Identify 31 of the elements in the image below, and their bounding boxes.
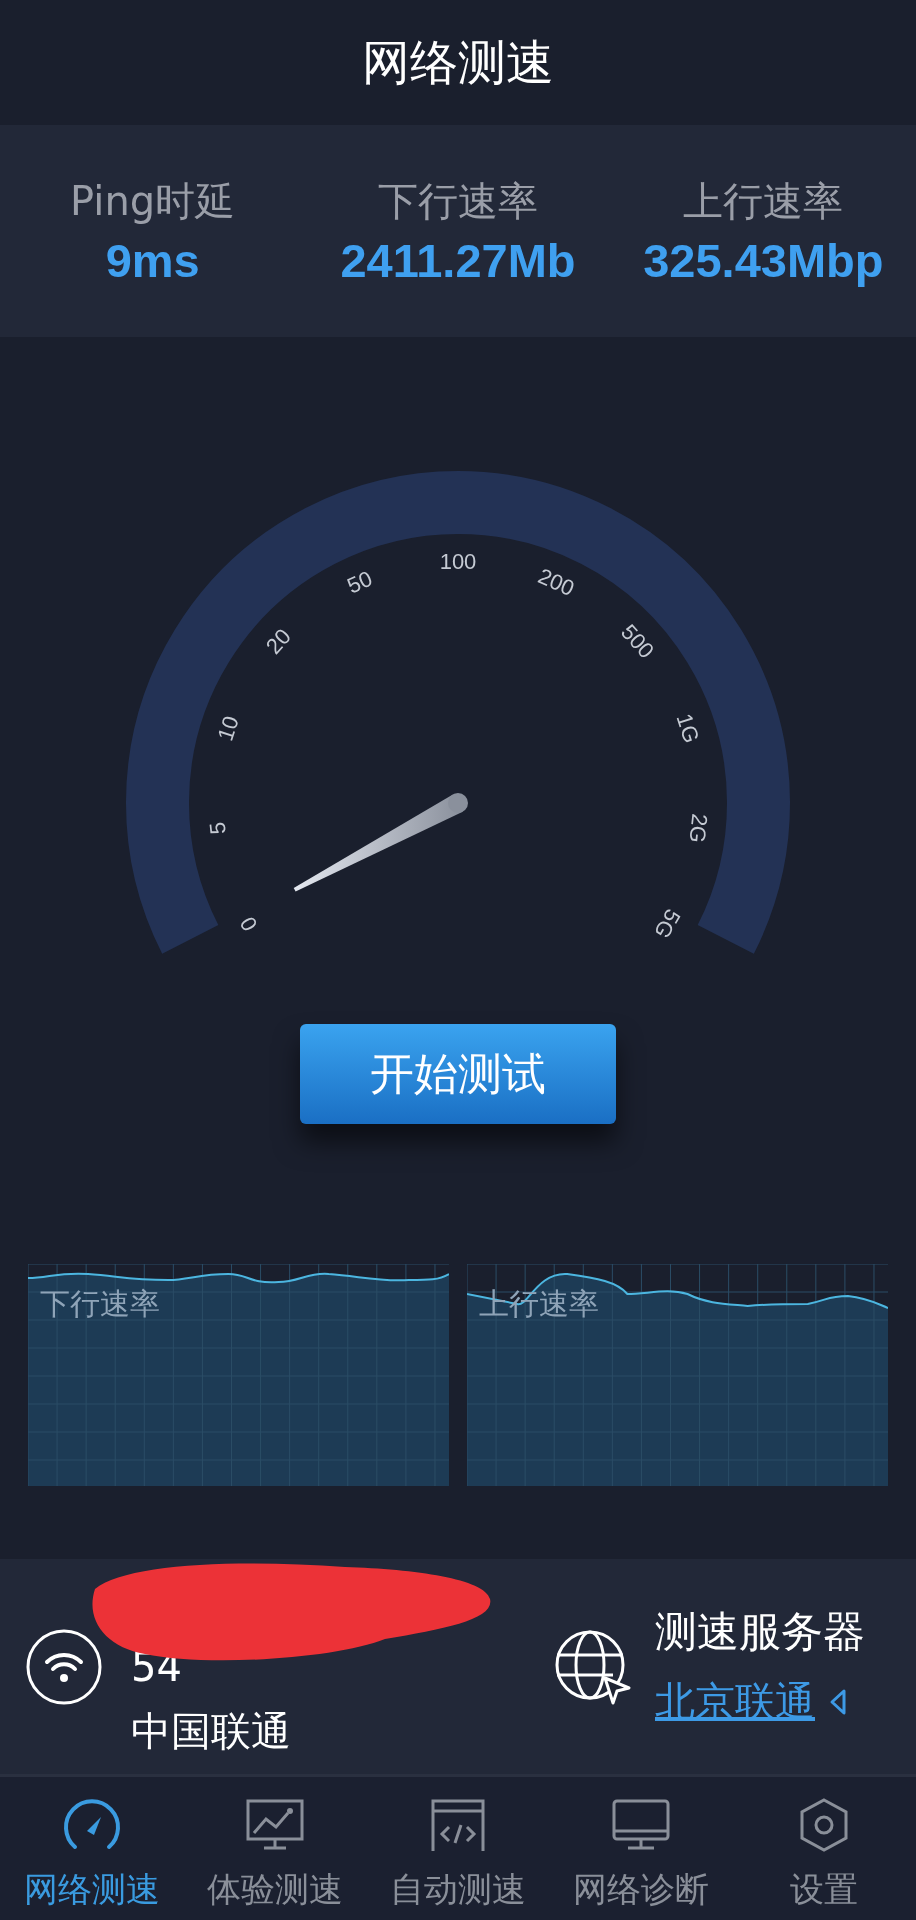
- start-test-button[interactable]: 开始测试: [300, 1024, 616, 1124]
- gauge-tick-label: 10: [212, 712, 244, 744]
- gauge-tick-label: 500: [616, 619, 660, 664]
- gauge-tick-label: 50: [343, 565, 376, 599]
- gauge-tick-label: 200: [534, 563, 579, 602]
- stat-label: 下行速率: [378, 177, 538, 226]
- carrier-name: 中国联通: [131, 1707, 291, 1756]
- nav-tab[interactable]: 网络诊断: [549, 1777, 733, 1920]
- gauge-tick-label: 100: [439, 548, 477, 574]
- gauge-tick-label: 5: [204, 820, 231, 836]
- nav-tab[interactable]: 体验测速: [183, 1777, 367, 1920]
- gauge-tick-label: 1G: [671, 710, 705, 747]
- stat-value: 2411.27Mb: [340, 233, 576, 288]
- gauge-tick-label: 2G: [684, 812, 713, 845]
- gauge-tick-label: 0: [234, 912, 263, 936]
- nav-tab[interactable]: 设置: [732, 1777, 916, 1920]
- stat-label: 上行速率: [683, 177, 844, 226]
- server-link[interactable]: 北京联通: [655, 1674, 815, 1729]
- server-label: 测速服务器: [655, 1606, 865, 1658]
- gauge-tick-label: 20: [260, 623, 296, 659]
- monitor-icon: [610, 1797, 673, 1853]
- stat-value: 9ms: [105, 233, 200, 288]
- wifi-icon: [25, 1627, 103, 1706]
- stat-label: Ping时延: [70, 177, 236, 226]
- gauge-tick-label: 5G: [649, 904, 686, 943]
- nav-tab[interactable]: 自动测速: [366, 1777, 550, 1920]
- stat-value: 325.43Mbp: [643, 233, 884, 288]
- nav-tab[interactable]: 网络测速: [0, 1777, 184, 1920]
- chart-label: 下行速率: [40, 1285, 160, 1323]
- caret-icon[interactable]: [829, 1687, 847, 1716]
- screen-title: 网络测速: [362, 32, 554, 92]
